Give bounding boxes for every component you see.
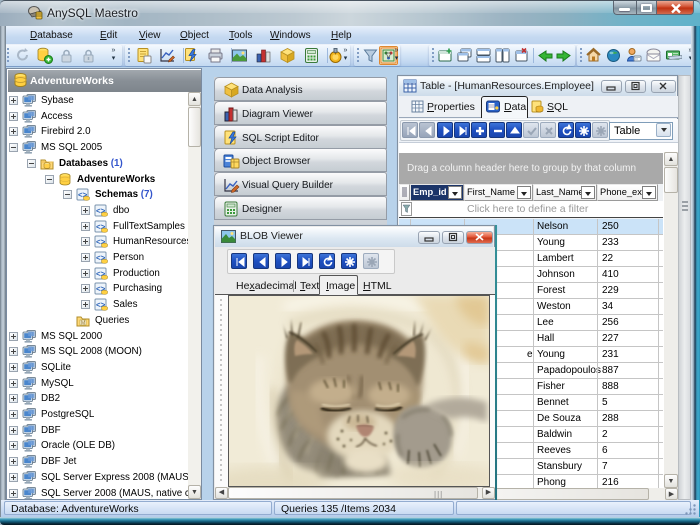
svg-text:M: M [81,320,85,326]
